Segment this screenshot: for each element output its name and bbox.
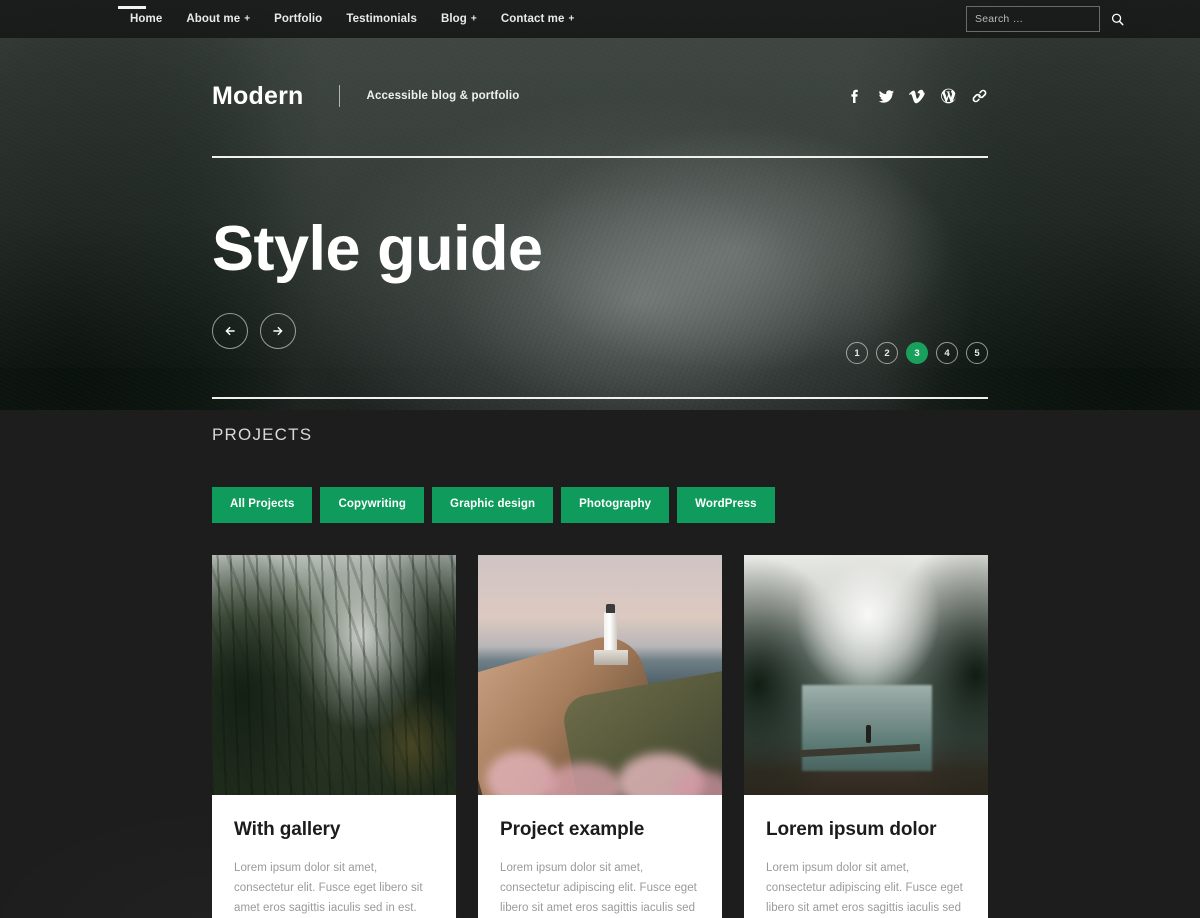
- arrow-right-icon: [273, 326, 283, 336]
- project-filters: All Projects Copywriting Graphic design …: [212, 487, 988, 523]
- nav-item-testimonials[interactable]: Testimonials: [334, 0, 429, 38]
- submenu-plus-icon: +: [568, 13, 575, 25]
- slider-page-2[interactable]: 2: [876, 342, 898, 364]
- river-figure-shape: [866, 724, 871, 743]
- project-cards: With gallery Lorem ipsum dolor sit amet,…: [212, 554, 988, 918]
- slider-prev-button[interactable]: [212, 313, 248, 349]
- main-navigation: Home About me + Portfolio Testimonials B…: [118, 0, 586, 38]
- site-logo[interactable]: Modern: [212, 83, 303, 109]
- lighthouse-shape: [604, 603, 617, 654]
- project-thumbnail-lighthouse[interactable]: [478, 554, 722, 795]
- nav-item-about-me[interactable]: About me +: [174, 0, 262, 38]
- page-root: Home About me + Portfolio Testimonials B…: [0, 0, 1200, 918]
- nav-item-label: Contact me: [500, 13, 565, 25]
- project-card-text: Lorem ipsum dolor sit amet, consectetur …: [500, 862, 697, 914]
- site-header: Modern Accessible blog & portfolio: [0, 74, 1200, 118]
- projects-heading: PROJECTS: [212, 425, 313, 444]
- link-icon[interactable]: [971, 86, 988, 106]
- nav-item-label: Testimonials: [346, 13, 417, 25]
- hero-section: Style guide 1 2 3 4 5: [0, 190, 1200, 390]
- project-card-text: Lorem ipsum dolor sit amet, consectetur …: [234, 862, 423, 914]
- projects-section: PROJECTS All Projects Copywriting Graphi…: [0, 425, 1200, 918]
- project-thumbnail-forest[interactable]: [212, 554, 456, 795]
- filter-all-projects[interactable]: All Projects: [212, 487, 313, 523]
- twitter-icon[interactable]: [878, 86, 895, 106]
- submenu-plus-icon: +: [244, 13, 251, 25]
- nav-item-blog[interactable]: Blog +: [429, 0, 489, 38]
- slider-page-5[interactable]: 5: [966, 342, 988, 364]
- search-icon[interactable]: [1110, 12, 1125, 27]
- header-divider: [0, 156, 1200, 158]
- slider-next-button[interactable]: [260, 313, 296, 349]
- nav-item-home[interactable]: Home: [118, 0, 174, 38]
- nav-item-label: About me: [186, 13, 241, 25]
- project-card[interactable]: Project example Lorem ipsum dolor sit am…: [478, 554, 722, 918]
- project-card[interactable]: With gallery Lorem ipsum dolor sit amet,…: [212, 554, 456, 918]
- logo-divider: [339, 85, 341, 107]
- slider-page-1[interactable]: 1: [846, 342, 868, 364]
- hero-divider: [0, 397, 1200, 399]
- project-card[interactable]: Lorem ipsum dolor Lorem ipsum dolor sit …: [744, 554, 988, 918]
- submenu-plus-icon: +: [470, 13, 477, 25]
- filter-wordpress[interactable]: WordPress: [677, 487, 775, 523]
- slider-page-4[interactable]: 4: [936, 342, 958, 364]
- project-card-title: Project example: [500, 818, 645, 840]
- vimeo-icon[interactable]: [909, 86, 926, 106]
- project-card-title: With gallery: [234, 818, 341, 840]
- lighthouse-base-shape: [594, 649, 628, 665]
- nav-item-label: Home: [130, 13, 163, 25]
- social-links: [847, 86, 988, 106]
- slider-pagination: 1 2 3 4 5: [846, 342, 988, 364]
- wordpress-icon[interactable]: [940, 86, 957, 106]
- facebook-icon[interactable]: [847, 86, 864, 106]
- topbar: Home About me + Portfolio Testimonials B…: [0, 0, 1200, 38]
- nav-item-label: Blog: [440, 13, 467, 25]
- page-title: Style guide: [212, 214, 543, 284]
- project-card-text: Lorem ipsum dolor sit amet, consectetur …: [766, 862, 963, 914]
- nav-item-contact-me[interactable]: Contact me +: [489, 0, 587, 38]
- search-input[interactable]: [975, 13, 1110, 25]
- slider-page-3[interactable]: 3: [906, 342, 928, 364]
- filter-graphic-design[interactable]: Graphic design: [432, 487, 554, 523]
- project-thumbnail-river[interactable]: [744, 554, 988, 795]
- search-box[interactable]: [966, 6, 1124, 32]
- filter-copywriting[interactable]: Copywriting: [320, 487, 425, 523]
- nav-item-label: Portfolio: [274, 13, 323, 25]
- arrow-left-icon: [225, 326, 235, 336]
- project-card-title: Lorem ipsum dolor: [766, 818, 937, 840]
- nav-item-portfolio[interactable]: Portfolio: [262, 0, 334, 38]
- filter-photography[interactable]: Photography: [561, 487, 670, 523]
- site-tagline: Accessible blog & portfolio: [366, 90, 520, 102]
